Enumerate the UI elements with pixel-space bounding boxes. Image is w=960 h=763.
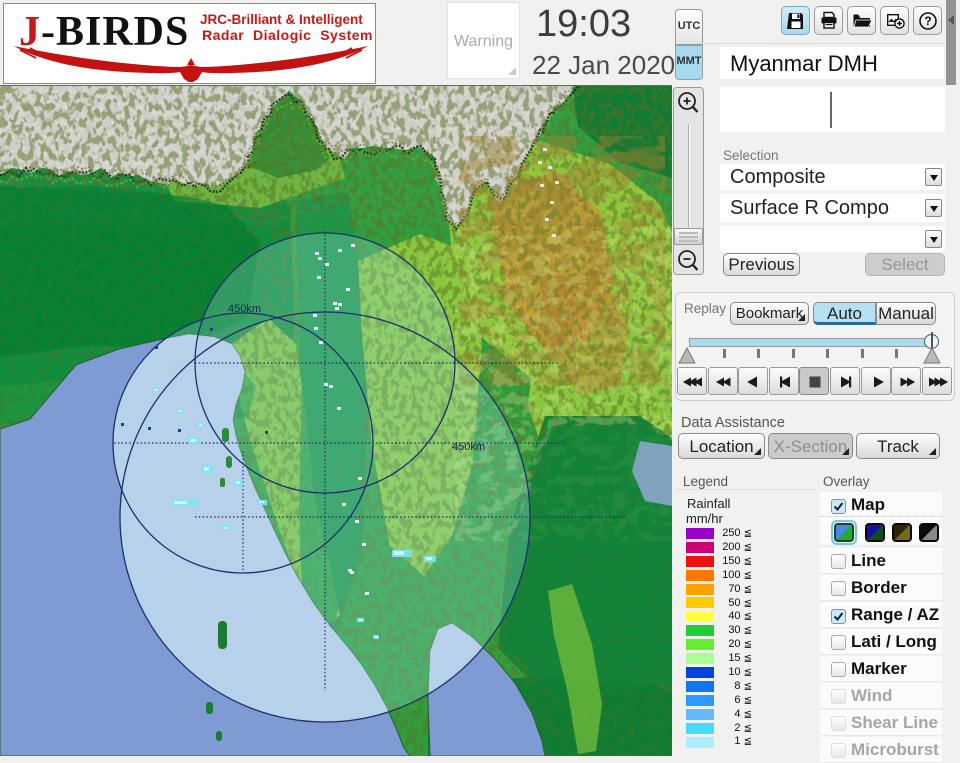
svg-text:450km: 450km xyxy=(452,441,485,453)
svg-text:?: ? xyxy=(924,14,931,28)
svg-text:450km: 450km xyxy=(228,303,261,315)
